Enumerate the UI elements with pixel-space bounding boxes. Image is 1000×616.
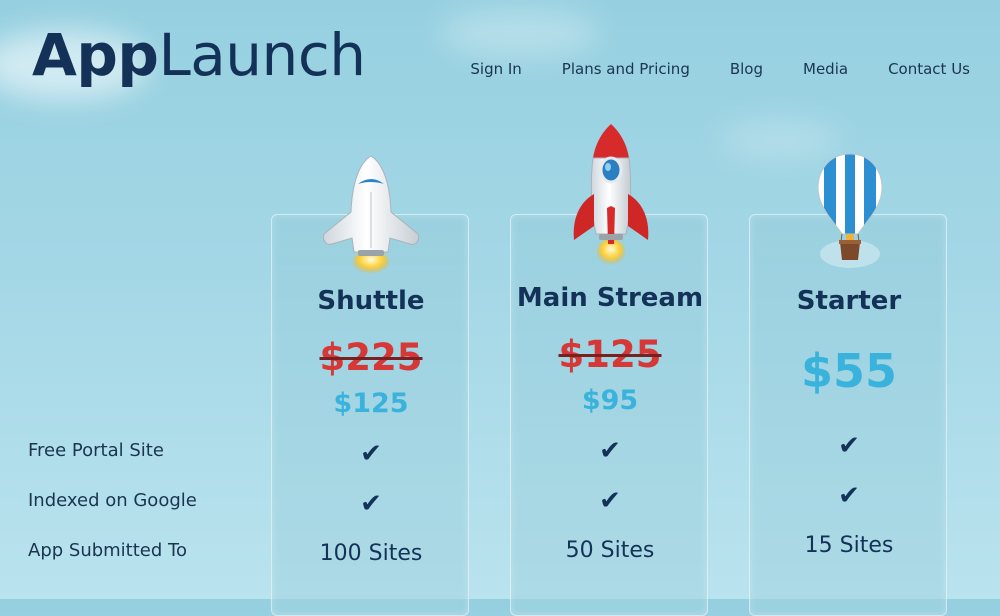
brand-logo[interactable]: AppLaunch [32,20,366,90]
rocket-icon [573,124,649,265]
plan-sites-starter: 15 Sites [804,533,894,558]
feature-label-indexed-on-google: Indexed on Google [28,490,197,511]
plan-price-main-stream: $95 [581,385,639,416]
plan-old-price-main-stream: $125 [558,333,662,376]
nav-link-sign-in[interactable]: Sign In [470,60,521,78]
background-cloud [440,8,600,58]
hot-air-balloon-icon [817,153,883,268]
plan-price-starter: $55 [800,344,898,398]
nav-link-contact-us[interactable]: Contact Us [888,60,970,78]
check-mark-icon: ✔ [360,489,382,519]
check-mark-icon: ✔ [360,439,382,469]
brand-name-light: Launch [158,21,366,89]
plan-name-main-stream: Main Stream [516,283,704,313]
plan-name-starter: Starter [796,286,902,316]
plan-sites-main-stream: 50 Sites [565,538,655,563]
check-mark-icon: ✔ [838,431,860,461]
plan-sites-shuttle: 100 Sites [319,541,423,566]
nav-link-media[interactable]: Media [803,60,848,78]
check-mark-icon: ✔ [599,486,621,516]
nav-link-blog[interactable]: Blog [730,60,763,78]
space-shuttle-icon [323,155,419,274]
top-nav: Sign In Plans and Pricing Blog Media Con… [470,60,970,78]
check-mark-icon: ✔ [838,481,860,511]
plan-old-price-shuttle: $225 [319,336,423,379]
brand-name-bold: App [32,21,159,89]
plan-name-shuttle: Shuttle [317,286,425,316]
feature-label-free-portal-site: Free Portal Site [28,440,164,461]
feature-label-app-submitted-to: App Submitted To [28,540,187,561]
check-mark-icon: ✔ [599,436,621,466]
nav-link-plans-and-pricing[interactable]: Plans and Pricing [562,60,690,78]
plan-price-shuttle: $125 [333,388,409,419]
